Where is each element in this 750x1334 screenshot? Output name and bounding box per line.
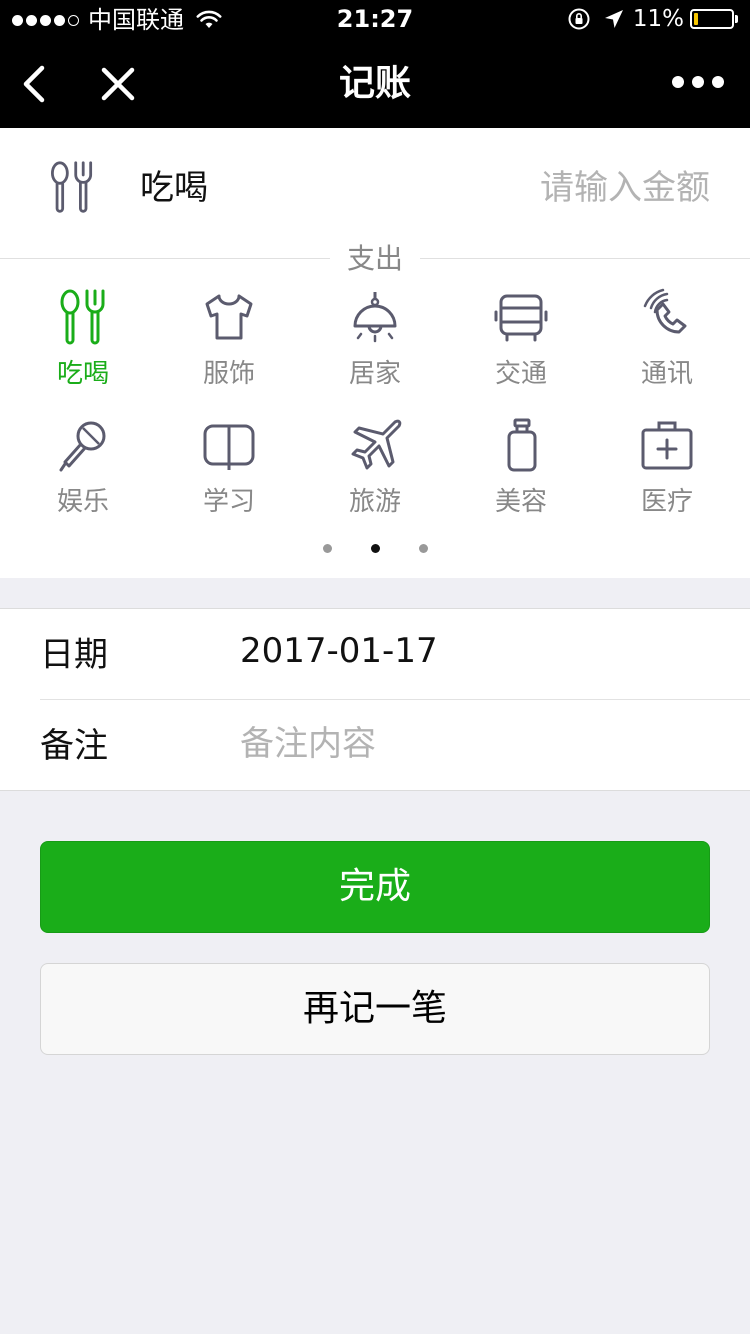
medical-kit-icon	[641, 421, 693, 470]
category-item-entertainment[interactable]: 娱乐	[10, 416, 156, 518]
date-label: 日期	[40, 635, 108, 675]
category-item-beauty[interactable]: 美容	[448, 416, 594, 518]
category-item-medical[interactable]: 医疗	[594, 416, 740, 518]
category-label: 旅游	[348, 487, 401, 517]
category-label: 服饰	[202, 359, 255, 389]
date-row[interactable]: 日期 2017-01-17	[40, 609, 750, 700]
location-arrow-icon	[604, 10, 623, 28]
category-label: 美容	[494, 487, 547, 517]
airplane-icon	[351, 419, 402, 470]
note-input[interactable]	[240, 722, 700, 766]
navigation-bar: 记账	[0, 40, 750, 128]
more-dots-icon[interactable]	[664, 76, 724, 88]
category-label: 交通	[494, 359, 547, 389]
category-label: 娱乐	[56, 487, 109, 517]
book-icon	[203, 424, 255, 470]
shirt-icon	[205, 294, 253, 340]
phone-icon	[643, 288, 687, 334]
page-dot-current[interactable]	[371, 544, 380, 553]
record-again-button[interactable]: 再记一笔	[40, 963, 710, 1055]
entry-form: 日期 2017-01-17 备注	[0, 608, 750, 791]
status-bar: 中国联通 21:27 11%	[0, 0, 750, 40]
category-item-clothing[interactable]: 服饰	[156, 288, 302, 390]
note-label: 备注	[40, 726, 108, 766]
category-label: 居家	[348, 359, 401, 389]
category-label: 医疗	[640, 487, 693, 517]
more-dot	[672, 76, 684, 88]
page-dot[interactable]	[323, 544, 332, 553]
microphone-icon	[59, 421, 106, 472]
done-button[interactable]: 完成	[40, 841, 710, 933]
category-item-food[interactable]: 吃喝	[10, 288, 156, 390]
battery-tip	[735, 15, 738, 23]
utensils-icon	[51, 161, 93, 213]
category-item-home[interactable]: 居家	[302, 288, 448, 390]
category-label: 吃喝	[56, 359, 109, 389]
category-item-study[interactable]: 学习	[156, 416, 302, 518]
more-dot	[712, 76, 724, 88]
note-row[interactable]: 备注	[40, 700, 750, 791]
lotion-bottle-icon	[507, 418, 537, 472]
battery-percent: 11%	[632, 6, 684, 32]
category-item-communication[interactable]: 通讯	[594, 288, 740, 390]
bus-icon	[494, 294, 548, 342]
page-title: 记账	[338, 63, 411, 104]
lamp-icon	[353, 292, 397, 343]
page-dot[interactable]	[419, 544, 428, 553]
category-label: 通讯	[640, 359, 693, 389]
battery-icon	[690, 9, 734, 29]
selected-category-name: 吃喝	[140, 168, 208, 208]
amount-input[interactable]	[410, 160, 710, 216]
orientation-lock-icon	[568, 8, 590, 30]
battery-fill	[694, 13, 698, 25]
section-label-expense: 支出	[330, 242, 420, 276]
page-indicator	[0, 544, 750, 554]
category-item-transport[interactable]: 交通	[448, 288, 594, 390]
category-item-travel[interactable]: 旅游	[302, 416, 448, 518]
category-label: 学习	[202, 487, 255, 517]
status-right: 11%	[567, 6, 738, 32]
category-panel: 吃喝 支出 吃喝 服饰	[0, 128, 750, 578]
utensils-icon	[60, 289, 105, 345]
date-value[interactable]: 2017-01-17	[240, 631, 438, 671]
more-dot	[692, 76, 704, 88]
